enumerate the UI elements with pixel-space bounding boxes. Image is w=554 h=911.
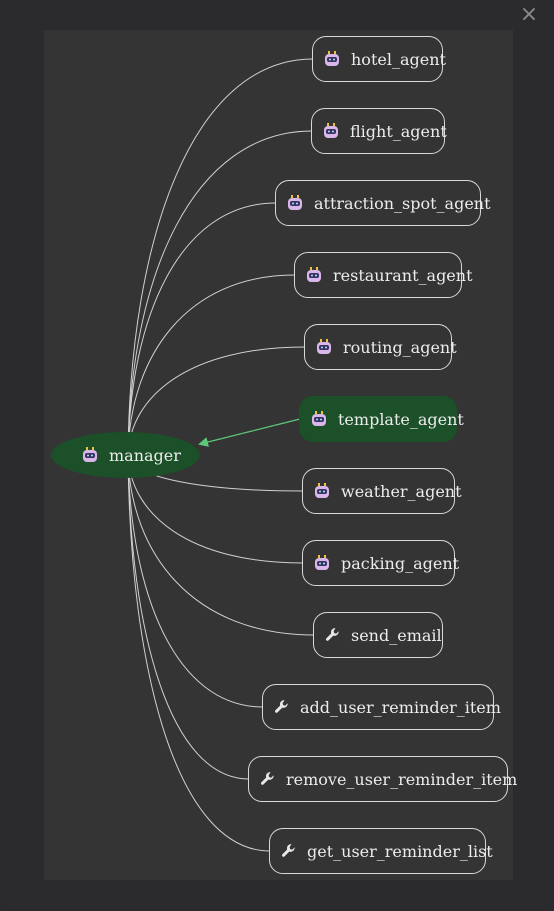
node-remove-user-reminder-item[interactable]: remove_user_reminder_item: [248, 756, 517, 802]
node-attraction-spot-agent[interactable]: attraction_spot_agent: [275, 180, 491, 226]
node-send-email[interactable]: send_email: [313, 612, 443, 658]
robot-icon: [304, 265, 324, 285]
robot-icon: [312, 481, 332, 501]
edge-template-agent: [198, 418, 301, 447]
edge-send-email: [127, 454, 315, 636]
manager-node[interactable]: manager: [51, 432, 200, 478]
wrench-icon: [280, 842, 298, 860]
node-packing-agent[interactable]: packing_agent: [302, 540, 459, 586]
wrench-icon: [259, 770, 277, 788]
node-flight-agent[interactable]: flight_agent: [311, 108, 447, 154]
node-label: template_agent: [338, 409, 464, 429]
graph-modal: × manager hotel_agent flight_agent attra…: [0, 0, 554, 911]
wrench-icon: [273, 698, 291, 716]
node-label: remove_user_reminder_item: [286, 769, 518, 789]
node-label: restaurant_agent: [333, 265, 473, 285]
manager-label: manager: [109, 445, 181, 465]
node-add-user-reminder-item[interactable]: add_user_reminder_item: [262, 684, 501, 730]
node-label: add_user_reminder_item: [300, 697, 501, 717]
wrench-icon: [324, 626, 342, 644]
robot-icon: [314, 337, 334, 357]
node-template-agent[interactable]: template_agent: [299, 396, 464, 442]
edge-attraction-spot-agent: [127, 202, 277, 456]
node-weather-agent[interactable]: weather_agent: [302, 468, 462, 514]
node-label: weather_agent: [341, 481, 462, 501]
robot-icon: [312, 553, 332, 573]
node-label: attraction_spot_agent: [314, 193, 491, 213]
edge-hotel-agent: [127, 58, 314, 456]
node-routing-agent[interactable]: routing_agent: [304, 324, 457, 370]
node-restaurant-agent[interactable]: restaurant_agent: [294, 252, 473, 298]
node-label: send_email: [351, 625, 442, 645]
robot-icon: [285, 193, 305, 213]
robot-icon: [322, 49, 342, 69]
robot-icon: [80, 445, 100, 465]
node-label: flight_agent: [350, 121, 447, 141]
robot-icon: [321, 121, 341, 141]
node-hotel-agent[interactable]: hotel_agent: [312, 36, 446, 82]
node-label: routing_agent: [343, 337, 457, 357]
edge-restaurant-agent: [127, 274, 296, 456]
edge-remove-user-reminder-item: [127, 454, 250, 780]
node-label: hotel_agent: [351, 49, 446, 69]
node-label: packing_agent: [341, 553, 460, 573]
node-label: get_user_reminder_list: [307, 841, 493, 861]
robot-icon: [309, 409, 329, 429]
node-get-user-reminder-list[interactable]: get_user_reminder_list: [269, 828, 493, 874]
